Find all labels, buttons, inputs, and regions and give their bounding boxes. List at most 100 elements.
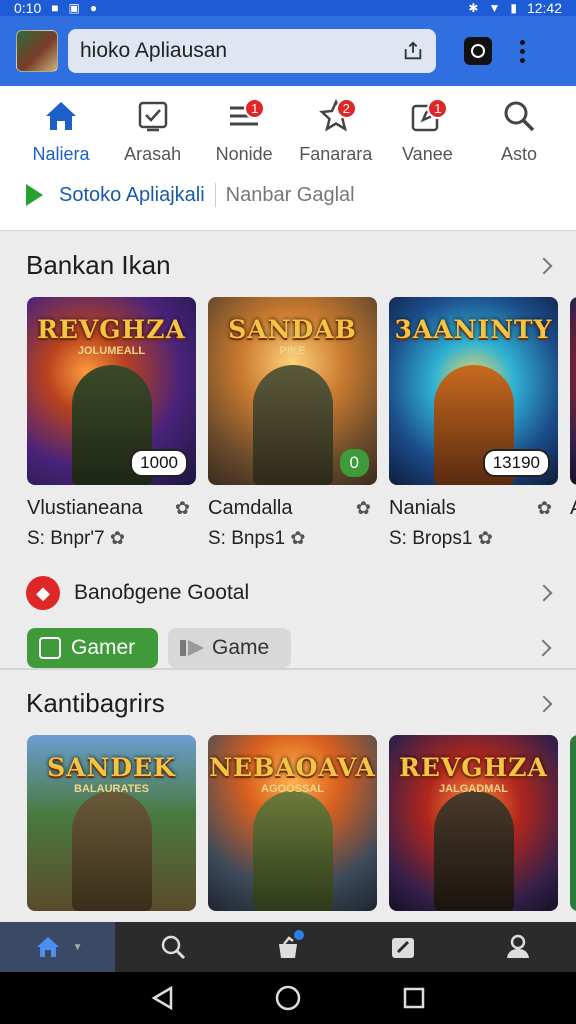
bottom-nav-bag[interactable]	[230, 922, 345, 972]
camera-icon[interactable]	[464, 37, 492, 65]
game-logo-subtext: JALGADMAL	[438, 783, 509, 795]
game-chip[interactable]: Game	[168, 628, 291, 668]
bottom-nav: ▼	[0, 922, 576, 972]
gear-icon[interactable]: ✿	[356, 498, 371, 519]
system-nav-bar	[0, 972, 576, 1024]
play-toggle-icon	[180, 640, 204, 656]
tab-favorites[interactable]: 2 Fanarara	[295, 96, 377, 165]
divider	[214, 183, 216, 207]
gear-icon[interactable]: ✿	[175, 498, 190, 519]
game-logo-subtext: BALAURATES	[74, 783, 149, 795]
tab-label: Asto	[500, 144, 537, 164]
tab-label: Naliera	[32, 144, 90, 164]
chip-label: Gamer	[71, 636, 136, 659]
recents-icon[interactable]	[403, 987, 425, 1009]
bottom-nav-pen[interactable]	[346, 922, 461, 972]
notification-icon: ▣	[68, 1, 80, 15]
section-title: Kantibagrirs	[26, 688, 165, 718]
section-kantibagrirs: Kantibagrirs SANDEK BALAURATES NEBAOAVA …	[0, 688, 576, 911]
chevron-right-icon[interactable]	[535, 257, 553, 274]
bluetooth-icon: ✱	[468, 1, 479, 15]
wifi-icon: ▼	[488, 1, 501, 15]
chevron-down-icon: ▼	[72, 941, 83, 953]
tab-strip: Naliera Arasah 1 Nonide 2 Fanarara 1 Van…	[0, 86, 576, 231]
section-bankan-ikan: Bankan Ikan REVGHZA JOLUMEALL 1000 Vlust…	[0, 250, 576, 668]
bottom-nav-profile[interactable]	[461, 922, 576, 972]
gear-icon[interactable]: ✿	[537, 498, 552, 519]
search-text: hioko Apliausan	[80, 39, 228, 62]
game-logo-text: REVGHZA	[399, 753, 548, 782]
subtitle-secondary[interactable]: Nanbar Gaglal	[226, 184, 355, 207]
game-thumbnail[interactable]: 3AANINTY 13190	[389, 297, 558, 485]
bottom-nav-home[interactable]: ▼	[0, 922, 116, 972]
tab-label: Arasah	[124, 144, 182, 164]
game-logo-subtext: AGOOSSAL	[261, 783, 324, 795]
promo-row[interactable]: ◆ Banoɓgene Gootal	[0, 576, 576, 610]
search-icon	[504, 101, 535, 132]
promo-text: Banoɓgene Gootal	[74, 581, 250, 604]
bottom-nav-search[interactable]	[115, 922, 230, 972]
tab-list[interactable]: 1 Nonide	[203, 96, 285, 165]
game-card[interactable]: SANDAB PIKE 0 Camdalla ✿ S: Bnps1 ✿	[208, 297, 377, 550]
game-card[interactable]: 3AANINTY 13190 Nanials ✿ S: Brops1 ✿	[389, 297, 558, 550]
game-logo-text: SANDEK	[47, 753, 176, 782]
game-card[interactable]: SANDEK BALAURATES	[27, 735, 196, 911]
tab-home[interactable]: Naliera	[20, 96, 102, 165]
status-time-left: 0:10	[14, 0, 42, 16]
tab-search[interactable]: Asto	[478, 96, 560, 165]
search-bar[interactable]: hioko Apliausan	[68, 29, 436, 73]
share-icon[interactable]	[402, 40, 424, 62]
subtitle-link[interactable]: Sotoko Apliajkali	[59, 184, 205, 207]
promo-icon: ◆	[26, 576, 60, 610]
gear-icon: ✿	[290, 528, 306, 548]
game-subtitle: S: Bnps1	[208, 528, 286, 549]
notification-badge	[292, 928, 307, 942]
subtitle-row: Sotoko Apliajkali Nanbar Gaglal	[0, 165, 576, 207]
notification-badge: 2	[335, 98, 357, 119]
game-thumbnail[interactable]: SANDEK BALAURATES	[27, 735, 196, 911]
game-name: Camdalla	[208, 497, 293, 519]
chevron-right-icon[interactable]	[534, 639, 552, 657]
notification-icon: ■	[51, 1, 59, 15]
game-card-partial[interactable]: A	[570, 297, 576, 550]
chevron-right-icon[interactable]	[535, 695, 553, 712]
game-name: A	[570, 497, 576, 520]
game-thumbnail[interactable]: NEBAOAVA AGOOSSAL	[208, 735, 377, 911]
tab-label: Vanee	[402, 144, 453, 164]
home-icon	[46, 102, 76, 130]
gear-icon: ✿	[477, 528, 493, 548]
chevron-right-icon[interactable]	[535, 584, 553, 602]
game-thumbnail[interactable]	[570, 297, 576, 485]
pen-icon	[392, 938, 415, 958]
tab-edit[interactable]: 1 Vanee	[386, 96, 468, 165]
game-card[interactable]: REVGHZA JOLUMEALL 1000 Vlustianeana ✿ S:…	[27, 297, 196, 550]
game-logo-text: SANDAB	[228, 315, 357, 344]
game-thumbnail[interactable]: REVGHZA JALGADMAL	[389, 735, 558, 911]
app-avatar[interactable]	[16, 30, 58, 72]
square-icon	[39, 637, 61, 659]
home-icon	[36, 937, 59, 957]
game-card-partial[interactable]	[570, 735, 576, 911]
home-button-icon[interactable]	[275, 985, 301, 1011]
more-menu-icon[interactable]	[520, 39, 525, 63]
game-logo-text: REVGHZA	[37, 315, 186, 344]
back-icon[interactable]	[151, 986, 173, 1010]
game-subtitle: S: Bnpr'7	[27, 528, 105, 549]
game-thumbnail[interactable]	[570, 735, 576, 911]
section-divider	[0, 668, 576, 670]
game-thumbnail[interactable]: SANDAB PIKE 0	[208, 297, 377, 485]
gamer-chip[interactable]: Gamer	[27, 628, 158, 668]
game-logo-text: 3AANINTY	[394, 315, 553, 344]
notification-icon: ●	[89, 1, 98, 15]
download-count-badge: 1000	[130, 449, 188, 477]
game-card[interactable]: NEBAOAVA AGOOSSAL	[208, 735, 377, 911]
game-name: Nanials	[389, 497, 456, 519]
game-logo-subtext: PIKE	[279, 345, 306, 357]
tab-label: Fanarara	[299, 144, 373, 164]
game-logo-subtext: JOLUMEALL	[77, 345, 146, 357]
game-card[interactable]: REVGHZA JALGADMAL	[389, 735, 558, 911]
tab-inbox[interactable]: Arasah	[112, 96, 194, 165]
section-title: Bankan Ikan	[26, 250, 171, 280]
download-count-badge: 13190	[482, 449, 550, 477]
game-thumbnail[interactable]: REVGHZA JOLUMEALL 1000	[27, 297, 196, 485]
